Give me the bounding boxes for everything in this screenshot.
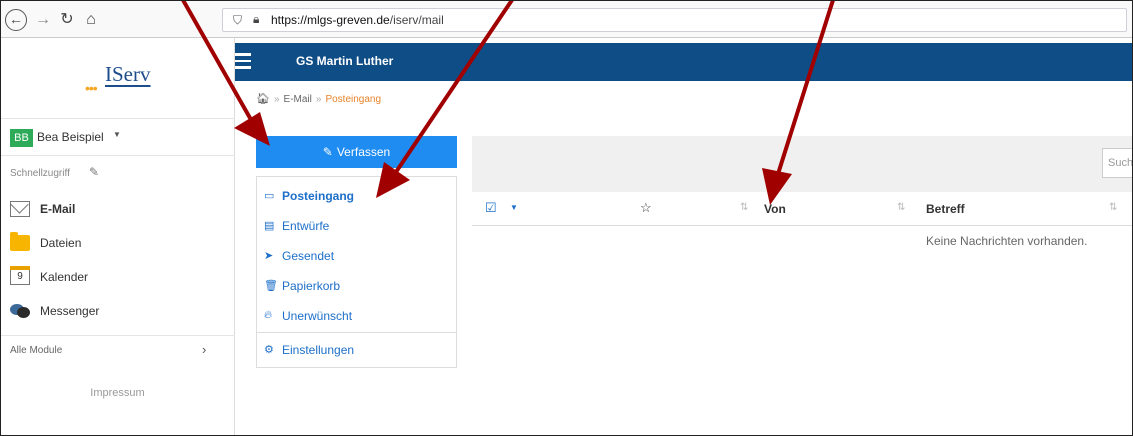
breadcrumb-mail[interactable]: E-Mail (284, 94, 312, 105)
breadcrumb-current: Posteingang (325, 94, 382, 105)
logo-dots-icon: ••• (85, 80, 98, 96)
mail-table-header: ☑ ▼ ☆ ⇅ Von ⇅ Betreff ⇅ (472, 192, 1133, 226)
url-text[interactable]: https://mlgs-greven.de/iserv/mail (271, 13, 444, 27)
calendar-icon: 9 (10, 266, 30, 285)
sidebar-item-label: Kalender (40, 270, 89, 284)
avatar: BB (10, 129, 33, 147)
folder-label: Unerwünscht (282, 309, 353, 323)
home-icon[interactable]: 🏠︎ (256, 93, 270, 105)
column-from[interactable]: Von (764, 202, 786, 216)
hamburger-menu-icon[interactable] (235, 53, 253, 69)
folder-inbox[interactable]: ▭ Posteingang (257, 181, 456, 211)
sort-icon[interactable]: ⇅ (740, 202, 748, 213)
gear-icon: ⚙ (264, 344, 274, 356)
caret-down-icon: ▼ (113, 130, 121, 139)
lock-icon[interactable]: 🔒︎ (253, 12, 259, 27)
sidebar-item-label: Messenger (40, 304, 100, 318)
folder-label: Entwürfe (282, 219, 330, 233)
user-name: Bea Beispiel (37, 130, 104, 144)
divider (257, 332, 456, 333)
folder-drafts[interactable]: ▤ Entwürfe (257, 211, 456, 241)
inbox-icon: ▭ (264, 190, 275, 202)
home-icon[interactable]: ⌂ (80, 9, 102, 31)
folder-spam[interactable]: 🔥︎ Unerwünscht (257, 301, 456, 331)
sort-icon[interactable]: ⇅ (1109, 202, 1117, 213)
top-header: GS Martin Luther (235, 43, 1133, 81)
folder-icon (10, 232, 30, 251)
settings-label: Einstellungen (282, 343, 355, 357)
sent-icon: ➤ (264, 250, 274, 262)
caret-down-icon[interactable]: ▼ (510, 203, 518, 212)
column-subject[interactable]: Betreff (926, 202, 965, 216)
url-path: /iserv/mail (389, 13, 444, 27)
folder-sent[interactable]: ➤ Gesendet (257, 241, 456, 271)
folder-list: ▭ Posteingang ▤ Entwürfe ➤ Gesendet 🗑︎ P… (256, 176, 457, 368)
sidebar-item-email[interactable]: E-Mail (0, 195, 235, 225)
search-input[interactable]: Suche (1102, 148, 1133, 178)
quick-access-label: Schnellzugriff (10, 168, 70, 179)
all-modules-toggle[interactable]: Alle Module › (0, 335, 235, 365)
logo-text: IServ (105, 62, 151, 86)
address-bar[interactable]: ⛉ 🔒︎ https://mlgs-greven.de/iserv/mail (222, 8, 1127, 32)
mail-toolbar: Suche (472, 136, 1133, 192)
sidebar: ••• IServ BB Bea Beispiel ▼ Schnellzugri… (0, 38, 235, 436)
mail-icon (10, 201, 30, 217)
folder-label: Gesendet (282, 249, 335, 263)
pencil-icon: ✎ (322, 145, 333, 159)
sidebar-item-files[interactable]: Dateien (0, 229, 235, 259)
folder-trash[interactable]: 🗑︎ Papierkorb (257, 271, 456, 301)
sidebar-item-calendar[interactable]: 9 Kalender (0, 263, 235, 293)
chevron-right-icon: › (202, 342, 207, 357)
checkbox-select-all-icon[interactable]: ☑ (485, 200, 497, 216)
drafts-icon: ▤ (264, 220, 275, 232)
pencil-icon[interactable]: ✎ (89, 165, 99, 179)
shield-icon[interactable]: ⛉ (233, 13, 242, 28)
reload-icon[interactable]: ↻ (56, 9, 78, 31)
sort-icon[interactable]: ⇅ (897, 202, 905, 213)
spam-icon: 🔥︎ (264, 309, 273, 321)
breadcrumb: 🏠︎» E-Mail» Posteingang (256, 93, 382, 105)
sidebar-item-messenger[interactable]: Messenger (0, 297, 235, 327)
back-arrow-icon[interactable]: ← (5, 9, 27, 31)
all-modules-label: Alle Module (10, 345, 63, 356)
folder-label: Papierkorb (282, 279, 341, 293)
sidebar-item-label: Dateien (40, 236, 82, 250)
chat-icon (10, 303, 30, 319)
url-host: https://mlgs-greven.de (271, 13, 390, 27)
iserv-logo[interactable]: ••• IServ (85, 58, 165, 96)
star-icon[interactable]: ☆ (640, 200, 652, 216)
impressum-link[interactable]: Impressum (0, 387, 235, 399)
compose-button[interactable]: ✎ Verfassen (256, 136, 457, 168)
school-title: GS Martin Luther (296, 54, 394, 68)
browser-toolbar: ← → ↻ ⌂ ⛉ 🔒︎ https://mlgs-greven.de/iser… (0, 0, 1133, 38)
user-menu[interactable]: BB Bea Beispiel ▼ (0, 118, 235, 156)
folder-settings[interactable]: ⚙ Einstellungen (257, 335, 456, 365)
folder-label: Posteingang (282, 189, 355, 203)
trash-icon: 🗑︎ (264, 280, 278, 292)
compose-label: Verfassen (336, 145, 391, 159)
forward-arrow-icon[interactable]: → (32, 9, 54, 31)
empty-message: Keine Nachrichten vorhanden. (926, 234, 1088, 248)
sidebar-item-label: E-Mail (40, 202, 76, 216)
